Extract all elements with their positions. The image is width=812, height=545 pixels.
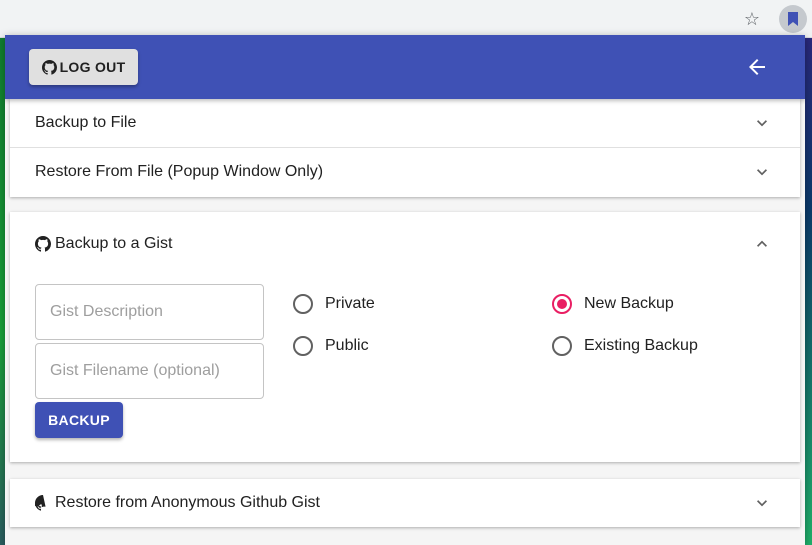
panel-backup-to-gist: Backup to a Gist BACKUP Private Public N…	[10, 212, 800, 462]
bookmark-icon	[788, 12, 798, 26]
radio-label: Existing Backup	[584, 337, 698, 354]
chevron-down-icon	[757, 120, 767, 127]
radio-circle[interactable]	[293, 336, 313, 356]
radio-circle[interactable]	[552, 336, 572, 356]
radio-circle[interactable]	[552, 294, 572, 314]
github-icon	[35, 495, 51, 511]
gist-filename-input[interactable]	[35, 343, 264, 399]
panel-backup-to-gist-header[interactable]: Backup to a Gist	[10, 220, 800, 268]
panel-title: Backup to File	[35, 114, 137, 131]
panel-restore-from-gist: Restore from Anonymous Github Gist	[10, 479, 800, 527]
gist-description-input[interactable]	[35, 284, 264, 340]
extension-button[interactable]	[779, 5, 807, 33]
panel-title: Backup to a Gist	[55, 235, 173, 252]
panel-backup-to-file[interactable]: Backup to File	[10, 99, 800, 147]
radio-new-backup[interactable]: New Backup	[552, 294, 674, 314]
address-bar[interactable]	[0, 4, 730, 34]
logout-button[interactable]: LOG OUT	[29, 49, 138, 85]
logout-label: LOG OUT	[59, 59, 126, 75]
github-icon	[35, 236, 51, 252]
panel-restore-from-gist-header[interactable]: Restore from Anonymous Github Gist	[10, 479, 800, 527]
github-icon	[41, 59, 57, 75]
panel-restore-from-file[interactable]: Restore From File (Popup Window Only)	[10, 148, 800, 196]
panel-title: Restore from Anonymous Github Gist	[55, 494, 320, 511]
radio-public[interactable]: Public	[293, 336, 369, 356]
browser-toolbar: ☆	[0, 0, 812, 38]
radio-existing-backup[interactable]: Existing Backup	[552, 336, 698, 356]
radio-circle[interactable]	[293, 294, 313, 314]
app-bar: LOG OUT	[5, 35, 805, 99]
arrow-back-icon[interactable]	[745, 55, 769, 79]
chevron-up-icon	[757, 240, 767, 247]
file-panels: Backup to File Restore From File (Popup …	[10, 99, 800, 197]
backup-button[interactable]: BACKUP	[35, 402, 123, 438]
panel-title: Restore From File (Popup Window Only)	[35, 163, 324, 180]
radio-label: New Backup	[584, 295, 674, 312]
radio-label: Private	[325, 295, 375, 312]
star-icon[interactable]: ☆	[742, 9, 762, 29]
chevron-down-icon	[757, 500, 767, 507]
radio-label: Public	[325, 337, 369, 354]
content-area: Backup to File Restore From File (Popup …	[5, 99, 805, 545]
chevron-down-icon	[757, 169, 767, 176]
extension-popup: LOG OUT Backup to File Restore From File…	[5, 35, 805, 545]
radio-private[interactable]: Private	[293, 294, 375, 314]
